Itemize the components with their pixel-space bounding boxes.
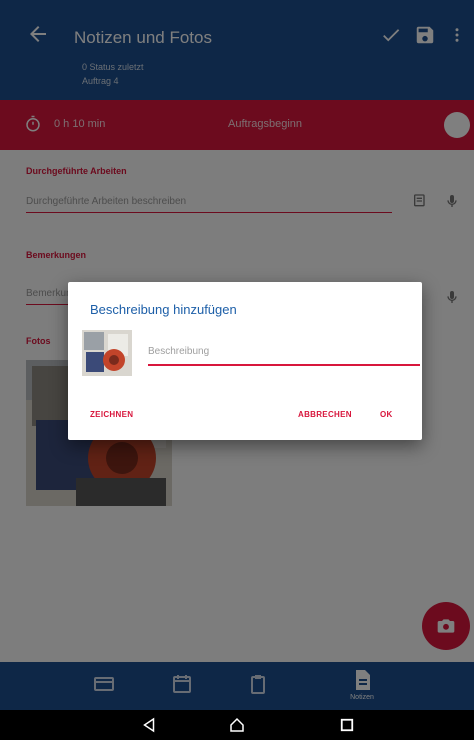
description-input[interactable]	[148, 342, 420, 366]
dialog-title: Beschreibung hinzufügen	[90, 302, 237, 317]
add-description-dialog: Beschreibung hinzufügen ZEICHNEN ABBRECH…	[68, 282, 422, 440]
draw-button[interactable]: ZEICHNEN	[90, 410, 133, 419]
cancel-button[interactable]: ABBRECHEN	[298, 410, 352, 419]
back-triangle-icon[interactable]	[140, 716, 158, 734]
system-navigation-bar	[0, 710, 474, 740]
screen: Notizen und Fotos 0 Status zuletzt Auftr…	[0, 0, 474, 740]
ok-button[interactable]: OK	[380, 410, 393, 419]
photo-preview	[82, 330, 132, 376]
home-icon[interactable]	[228, 716, 246, 734]
recents-icon[interactable]	[338, 716, 356, 734]
